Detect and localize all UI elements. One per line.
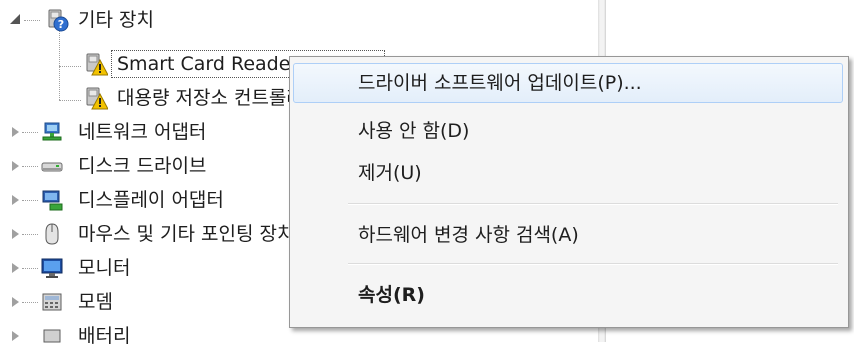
- tree-item-other-devices[interactable]: ? 기타 장치: [0, 6, 598, 34]
- modem-icon: [42, 293, 62, 311]
- svg-text:?: ?: [58, 18, 64, 31]
- menu-item-update-driver[interactable]: 드라이버 소프트웨어 업데이트(P)...: [293, 63, 843, 103]
- menu-item-disable[interactable]: 사용 안 함(D): [293, 111, 843, 151]
- expand-arrow-icon[interactable]: [12, 195, 19, 205]
- menu-separator: [348, 203, 838, 205]
- tree-connector: [22, 132, 38, 133]
- menu-separator: [348, 263, 838, 265]
- tree-connector: [22, 302, 38, 303]
- expand-arrow-icon[interactable]: [12, 127, 19, 137]
- tree-connector: [22, 234, 38, 235]
- menu-item-label: 사용 안 함(D): [358, 120, 470, 142]
- tree-connector: [22, 166, 38, 167]
- tree-item-label: 모니터: [78, 257, 131, 279]
- tree-item-label: 기타 장치: [78, 9, 154, 31]
- menu-item-label: 제거(U): [358, 162, 422, 184]
- display-adapter-icon: [42, 190, 63, 211]
- tree-item-label: 모뎀: [78, 291, 113, 313]
- expand-arrow-icon[interactable]: [12, 263, 19, 273]
- menu-item-uninstall[interactable]: 제거(U): [293, 153, 843, 193]
- collapse-arrow-icon[interactable]: [10, 14, 20, 24]
- network-adapter-icon: [42, 122, 62, 141]
- tree-item-label: 배터리: [78, 325, 131, 347]
- tree-item-label: 디스플레이 어댑터: [78, 189, 224, 211]
- tree-connector: [22, 268, 38, 269]
- menu-item-label: 하드웨어 변경 사항 검색(A): [358, 224, 579, 246]
- expand-arrow-icon[interactable]: [12, 331, 19, 341]
- warning-device-icon: [86, 53, 108, 76]
- tree-item-label: 네트워크 어댑터: [78, 121, 207, 143]
- menu-item-properties[interactable]: 속성(R): [293, 275, 843, 315]
- menu-item-label: 드라이버 소프트웨어 업데이트(P)...: [358, 72, 642, 94]
- menu-item-label: 속성(R): [358, 284, 425, 306]
- disk-drive-icon: [41, 162, 63, 172]
- tree-connector: [22, 200, 38, 201]
- tree-item-label: 디스크 드라이브: [78, 155, 207, 177]
- warning-device-icon: [86, 87, 108, 110]
- monitor-icon: [41, 258, 63, 278]
- tree-item-label: 대용량 저장소 컨트롤러: [117, 87, 304, 109]
- expand-arrow-icon[interactable]: [12, 229, 19, 239]
- context-menu: 드라이버 소프트웨어 업데이트(P)... 사용 안 함(D) 제거(U) 하드…: [289, 56, 849, 328]
- battery-icon: [43, 329, 61, 343]
- expand-arrow-icon[interactable]: [12, 161, 19, 171]
- menu-item-scan-hardware[interactable]: 하드웨어 변경 사항 검색(A): [293, 215, 843, 255]
- mouse-icon: [45, 223, 59, 245]
- tree-item-label: 마우스 및 기타 포인팅 장치: [78, 223, 295, 245]
- tree-connector: [24, 20, 40, 21]
- expand-arrow-icon[interactable]: [12, 297, 19, 307]
- unknown-device-icon: ?: [48, 9, 69, 32]
